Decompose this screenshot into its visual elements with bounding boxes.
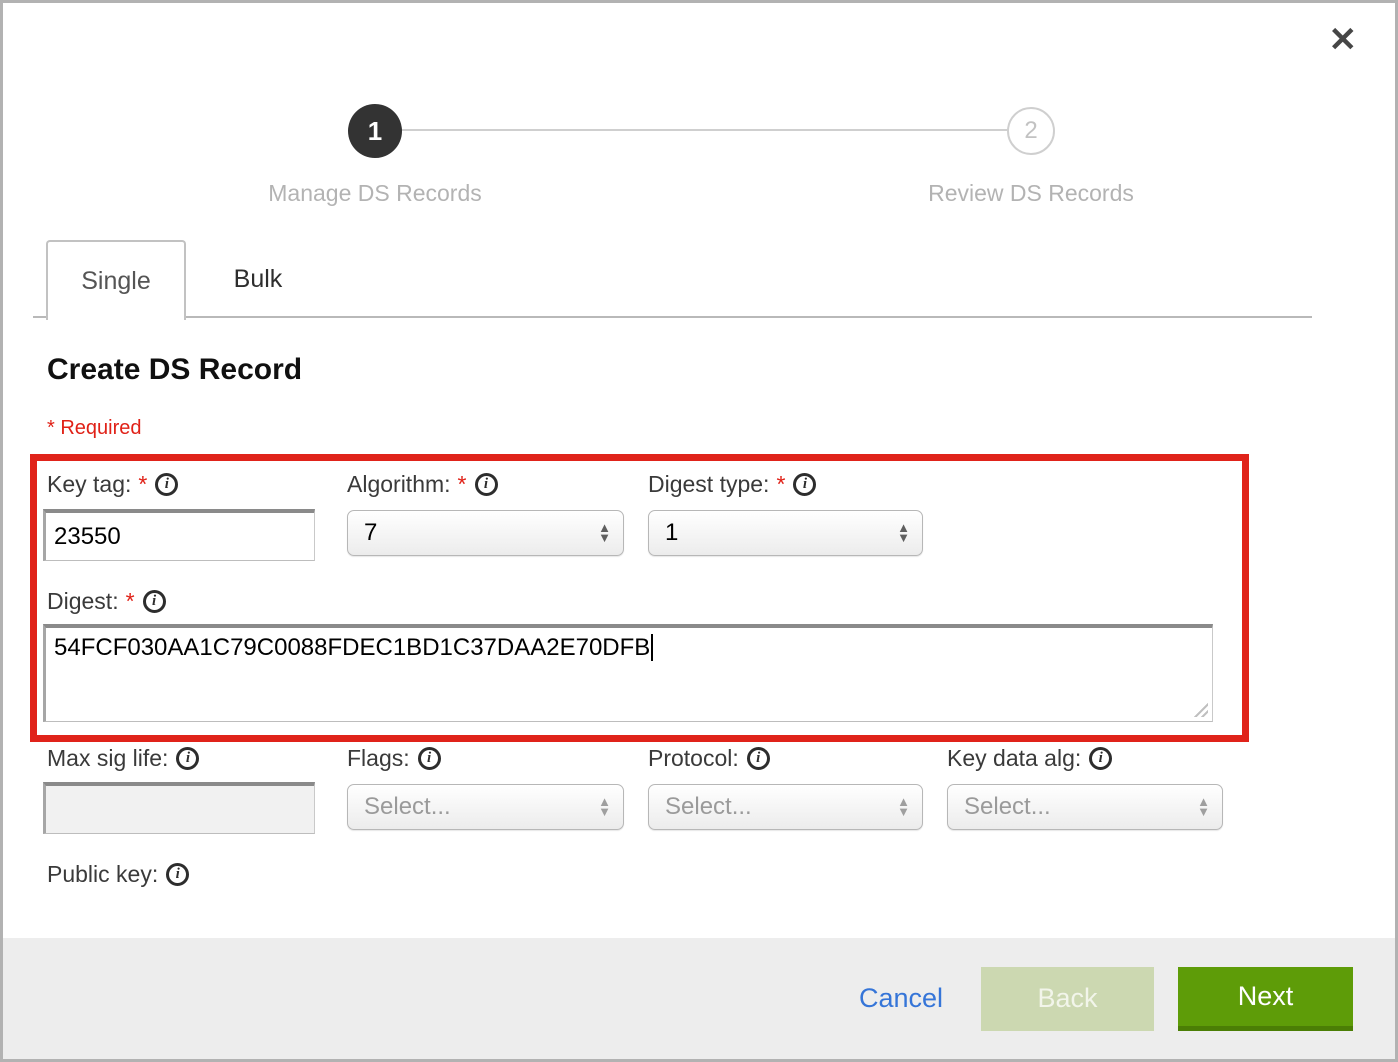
algorithm-value: 7 <box>364 519 377 547</box>
next-button[interactable]: Next <box>1178 967 1353 1031</box>
digest-label: Digest: * i <box>47 588 166 615</box>
key-tag-input[interactable]: 23550 <box>43 509 315 561</box>
stepper-step-2: 2 <box>1007 107 1055 155</box>
max-sig-life-label-text: Max sig life: <box>47 745 168 772</box>
public-key-label: Public key: i <box>47 861 189 888</box>
required-note: * Required <box>47 417 142 440</box>
key-tag-label-text: Key tag: <box>47 471 131 498</box>
spinner-arrows-icon: ▲ ▼ <box>897 797 910 817</box>
back-button[interactable]: Back <box>981 967 1154 1031</box>
info-icon[interactable]: i <box>176 747 199 770</box>
back-button-label: Back <box>1037 983 1097 1014</box>
spinner-arrows-icon: ▲ ▼ <box>598 797 611 817</box>
step-1-label: Manage DS Records <box>155 180 595 207</box>
algorithm-label-text: Algorithm: <box>347 471 451 498</box>
required-asterisk: * <box>776 471 785 498</box>
stepper-step-1: 1 <box>348 104 402 158</box>
protocol-label-text: Protocol: <box>648 745 739 772</box>
spinner-down-icon: ▼ <box>897 533 910 543</box>
tab-bulk-label: Bulk <box>234 265 283 294</box>
algorithm-label: Algorithm: * i <box>347 471 498 498</box>
spinner-down-icon: ▼ <box>598 807 611 817</box>
spinner-down-icon: ▼ <box>897 807 910 817</box>
info-icon[interactable]: i <box>793 473 816 496</box>
modal-footer: Cancel Back Next <box>3 938 1395 1059</box>
resize-grip-icon[interactable] <box>1192 701 1208 717</box>
required-asterisk: * <box>126 588 135 615</box>
protocol-select[interactable]: Select... ▲ ▼ <box>648 784 923 830</box>
info-icon[interactable]: i <box>475 473 498 496</box>
key-tag-value: 23550 <box>54 523 121 551</box>
next-button-label: Next <box>1238 981 1294 1012</box>
key-data-alg-label: Key data alg: i <box>947 745 1112 772</box>
create-ds-record-modal: ✕ 1 2 Manage DS Records Review DS Record… <box>0 0 1398 1062</box>
digest-type-select[interactable]: 1 ▲ ▼ <box>648 510 923 556</box>
step-2-number: 2 <box>1024 117 1037 145</box>
flags-select[interactable]: Select... ▲ ▼ <box>347 784 624 830</box>
digest-value: 54FCF030AA1C79C0088FDEC1BD1C37DAA2E70DFB <box>54 634 650 662</box>
flags-label-text: Flags: <box>347 745 410 772</box>
max-sig-life-label: Max sig life: i <box>47 745 199 772</box>
info-icon[interactable]: i <box>166 863 189 886</box>
key-data-alg-label-text: Key data alg: <box>947 745 1081 772</box>
tab-bar: Single Bulk <box>33 240 1312 318</box>
digest-type-label: Digest type: * i <box>648 471 816 498</box>
digest-label-text: Digest: <box>47 588 119 615</box>
info-icon[interactable]: i <box>1089 747 1112 770</box>
protocol-value: Select... <box>665 793 752 821</box>
key-data-alg-value: Select... <box>964 793 1051 821</box>
info-icon[interactable]: i <box>143 590 166 613</box>
step-2-label: Review DS Records <box>811 180 1251 207</box>
spinner-arrows-icon: ▲ ▼ <box>897 523 910 543</box>
tab-single-label: Single <box>81 267 151 296</box>
spinner-down-icon: ▼ <box>1197 807 1210 817</box>
algorithm-select[interactable]: 7 ▲ ▼ <box>347 510 624 556</box>
digest-type-label-text: Digest type: <box>648 471 769 498</box>
spinner-down-icon: ▼ <box>598 533 611 543</box>
close-icon[interactable]: ✕ <box>1329 23 1358 57</box>
tab-single[interactable]: Single <box>46 240 186 320</box>
required-asterisk: * <box>138 471 147 498</box>
key-tag-label: Key tag: * i <box>47 471 178 498</box>
stepper-track <box>375 129 1031 131</box>
protocol-label: Protocol: i <box>648 745 770 772</box>
key-data-alg-select[interactable]: Select... ▲ ▼ <box>947 784 1223 830</box>
spinner-arrows-icon: ▲ ▼ <box>598 523 611 543</box>
info-icon[interactable]: i <box>155 473 178 496</box>
tab-bulk[interactable]: Bulk <box>188 240 328 318</box>
info-icon[interactable]: i <box>418 747 441 770</box>
required-asterisk: * <box>458 471 467 498</box>
page-title: Create DS Record <box>47 353 302 387</box>
flags-value: Select... <box>364 793 451 821</box>
text-caret <box>651 634 653 661</box>
digest-textarea[interactable]: 54FCF030AA1C79C0088FDEC1BD1C37DAA2E70DFB <box>43 624 1213 722</box>
max-sig-life-input[interactable] <box>43 782 315 834</box>
cancel-button[interactable]: Cancel <box>859 983 943 1014</box>
info-icon[interactable]: i <box>747 747 770 770</box>
public-key-label-text: Public key: <box>47 861 158 888</box>
step-1-number: 1 <box>368 116 382 147</box>
spinner-arrows-icon: ▲ ▼ <box>1197 797 1210 817</box>
digest-type-value: 1 <box>665 519 678 547</box>
flags-label: Flags: i <box>347 745 441 772</box>
